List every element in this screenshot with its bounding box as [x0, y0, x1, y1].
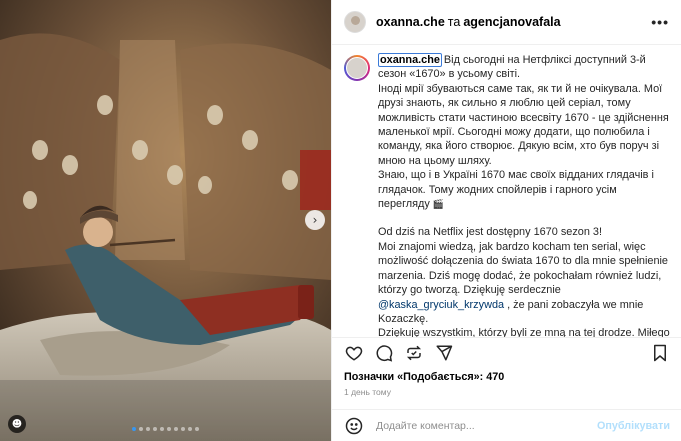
carousel-dot: [160, 427, 164, 431]
post-photo[interactable]: › ☻: [0, 0, 331, 441]
authors-conjunction: та: [447, 15, 461, 29]
post-header: oxanna.che та agencjanovafala •••: [332, 0, 681, 45]
comment-form: Опублікувати: [332, 409, 681, 441]
comment-input[interactable]: [376, 419, 596, 432]
heart-icon[interactable]: [342, 341, 366, 365]
bookmark-icon[interactable]: [648, 341, 672, 365]
caption-text: oxanna.che Від сьогодні на Нетфліксі дост…: [378, 53, 670, 337]
carousel-dot: [167, 427, 171, 431]
carousel-dot: [174, 427, 178, 431]
comment-icon[interactable]: [372, 341, 396, 365]
caption-line-2: Іноді мрії збуваються саме так, як ти й …: [378, 82, 669, 167]
more-horizontal-icon[interactable]: •••: [651, 14, 669, 30]
author-link-2[interactable]: agencjanovafala: [463, 15, 560, 29]
carousel-dot: [146, 427, 150, 431]
caption-line-3: Знаю, що і в Україні 1670 має своїх відд…: [378, 169, 654, 211]
carousel-dot: [181, 427, 185, 431]
repost-icon[interactable]: [402, 341, 426, 365]
carousel-dots: [0, 427, 331, 431]
caption-pl-last: Dziękuję wszystkim, którzy byli ze mną n…: [378, 327, 670, 337]
caption-pl-line-1: Od dziś na Netflix jest dostępny 1670 se…: [378, 226, 602, 239]
carousel-dot: [188, 427, 192, 431]
post-timestamp[interactable]: 1 день тому: [344, 387, 391, 397]
post-side-panel: oxanna.che та agencjanovafala ••• oxanna.c…: [331, 0, 681, 441]
carousel-next-button[interactable]: ›: [305, 210, 325, 230]
post-authors: oxanna.che та agencjanovafala: [376, 15, 561, 29]
clapper-board-icon: 🎬: [432, 199, 445, 210]
photo-illustration: [0, 0, 331, 441]
author-link-1[interactable]: oxanna.che: [376, 15, 445, 29]
emoji-icon[interactable]: [344, 416, 364, 436]
carousel-dot: [195, 427, 199, 431]
likes-count[interactable]: Позначки «Подобається»: 470: [344, 371, 504, 383]
avatar[interactable]: [344, 11, 366, 33]
chevron-right-icon: ›: [312, 213, 318, 227]
carousel-dot: [132, 427, 136, 431]
carousel-dot: [153, 427, 157, 431]
send-icon[interactable]: [432, 341, 456, 365]
carousel-dot: [139, 427, 143, 431]
caption-avatar[interactable]: [344, 55, 370, 81]
post-actions: [332, 337, 681, 367]
publish-button[interactable]: Опублікувати: [597, 420, 670, 432]
caption-pl-line-2: Moi znajomi wiedzą, jak bardzo kocham te…: [378, 240, 668, 297]
caption-owner-link[interactable]: oxanna.che: [378, 53, 442, 67]
mention-link[interactable]: @kaska_gryciuk_krzywda: [378, 299, 504, 311]
post-caption: oxanna.che Від сьогодні на Нетфліксі дост…: [332, 45, 681, 337]
